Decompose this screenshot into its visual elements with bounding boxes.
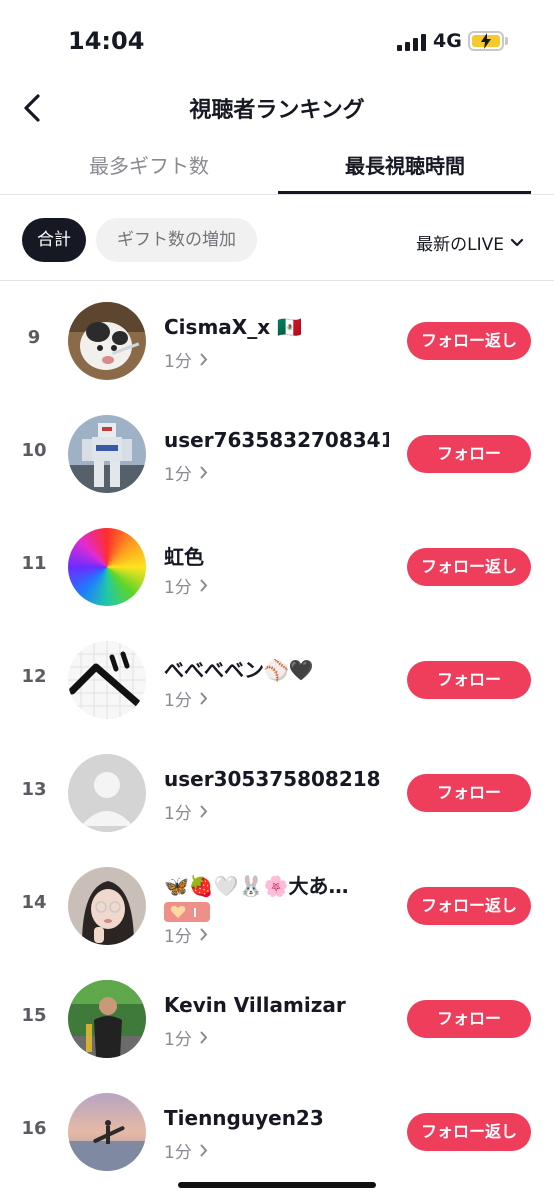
follow-back-button[interactable]: フォロー返し [407,322,531,360]
follow-back-button[interactable]: フォロー返し [407,887,531,925]
header: 視聴者ランキング [0,80,554,136]
watch-time-value: 1分 [164,804,192,824]
viewer-name: CismaX_x 🇲🇽 [164,315,302,339]
avatar[interactable] [68,980,146,1058]
chevron-right-icon [200,692,208,705]
watch-time-value: 1分 [164,578,192,598]
watch-time[interactable]: 1分 [164,686,208,711]
watch-time-value: 1分 [164,1143,192,1163]
viewer-row[interactable]: 12 べべべベン⚾🖤 1分 フォロー [0,624,554,736]
latest-live-dropdown[interactable]: 最新のLIVE [416,230,524,255]
viewer-row[interactable]: 15 Kevin Villamizar 1分 フォロー [0,963,554,1075]
rank-number: 12 [21,666,47,687]
viewer-name: user7635832708341 [164,428,389,452]
watch-time[interactable]: 1分 [164,347,208,372]
chevron-right-icon [200,928,208,941]
viewer-row[interactable]: 14 🦋🍓🤍🐰🌸大あ… 1分 フォロー返し [0,850,554,962]
viewer-row[interactable]: 13 user305375808218 1分 フォロー [0,737,554,849]
viewer-name: べべべベン⚾🖤 [164,658,314,682]
filter-chip-total[interactable]: 合計 [22,218,86,262]
rank-number: 10 [21,440,47,461]
watch-time[interactable]: 1分 [164,799,208,824]
follow-button[interactable]: フォロー [407,661,531,699]
battery-icon [468,31,504,51]
avatar[interactable] [68,641,146,719]
status-time: 14:04 [68,27,145,55]
avatar[interactable] [68,415,146,493]
latest-live-label: 最新のLIVE [416,235,504,255]
chevron-down-icon [510,238,524,246]
watch-time-value: 1分 [164,465,192,485]
watch-time-value: 1分 [164,352,192,372]
viewer-row[interactable]: 11 虹色 1分 フォロー返し [0,511,554,623]
viewer-name: 🦋🍓🤍🐰🌸大あ… [164,874,349,898]
home-indicator [178,1182,376,1188]
viewer-name: Tiennguyen23 [164,1106,324,1130]
follow-back-button[interactable]: フォロー返し [407,548,531,586]
watch-time[interactable]: 1分 [164,1138,208,1163]
tab-longest-watch-time[interactable]: 最長視聴時間 [278,140,532,192]
watch-time[interactable]: 1分 [164,1025,208,1050]
viewer-name: user305375808218 [164,767,381,791]
rank-number: 14 [21,892,47,913]
rank-number: 11 [21,553,47,574]
viewer-name: Kevin Villamizar [164,993,346,1017]
rank-number: 9 [27,327,41,348]
chevron-right-icon [200,466,208,479]
watch-time[interactable]: 1分 [164,460,208,485]
rank-number: 13 [21,779,47,800]
viewer-row[interactable]: 10 user7635832708341 1分 フォロー [0,398,554,510]
avatar[interactable] [68,302,146,380]
filter-chip-gift-increase[interactable]: ギフト数の増加 [96,218,257,262]
page-title: 視聴者ランキング [189,98,365,123]
avatar[interactable] [68,1093,146,1171]
avatar[interactable] [68,528,146,606]
watch-time[interactable]: 1分 [164,573,208,598]
chevron-right-icon [200,1144,208,1157]
follow-button[interactable]: フォロー [407,435,531,473]
chevron-right-icon [200,805,208,818]
viewer-name: 虹色 [164,545,204,569]
heart-level-badge [164,902,210,922]
watch-time[interactable]: 1分 [164,922,208,947]
default-avatar-icon[interactable] [68,754,146,832]
follow-button[interactable]: フォロー [407,1000,531,1038]
chevron-right-icon [200,353,208,366]
viewer-row[interactable]: 9 CismaX_x 🇲🇽 1分 フォロー返し [0,285,554,397]
tab-most-gifts[interactable]: 最多ギフト数 [22,140,276,192]
tab-bar: 最多ギフト数 最長視聴時間 [0,140,554,195]
watch-time-value: 1分 [164,927,192,947]
status-bar: 14:04 4G [0,0,554,80]
watch-time-value: 1分 [164,1030,192,1050]
filter-bar: 合計 ギフト数の増加 最新のLIVE [0,196,554,281]
rank-number: 16 [21,1118,47,1139]
heart-icon [170,905,186,918]
chevron-right-icon [200,1031,208,1044]
follow-button[interactable]: フォロー [407,774,531,812]
chevron-right-icon [200,579,208,592]
avatar[interactable] [68,867,146,945]
battery-cap [505,37,508,45]
network-type: 4G [433,30,462,52]
watch-time-value: 1分 [164,691,192,711]
level-mark [194,908,196,917]
signal-icon [397,33,427,51]
viewer-row[interactable]: 16 Tiennguyen23 1分 フォロー返し [0,1076,554,1188]
active-tab-indicator [278,191,531,194]
follow-back-button[interactable]: フォロー返し [407,1113,531,1151]
rank-number: 15 [21,1005,47,1026]
